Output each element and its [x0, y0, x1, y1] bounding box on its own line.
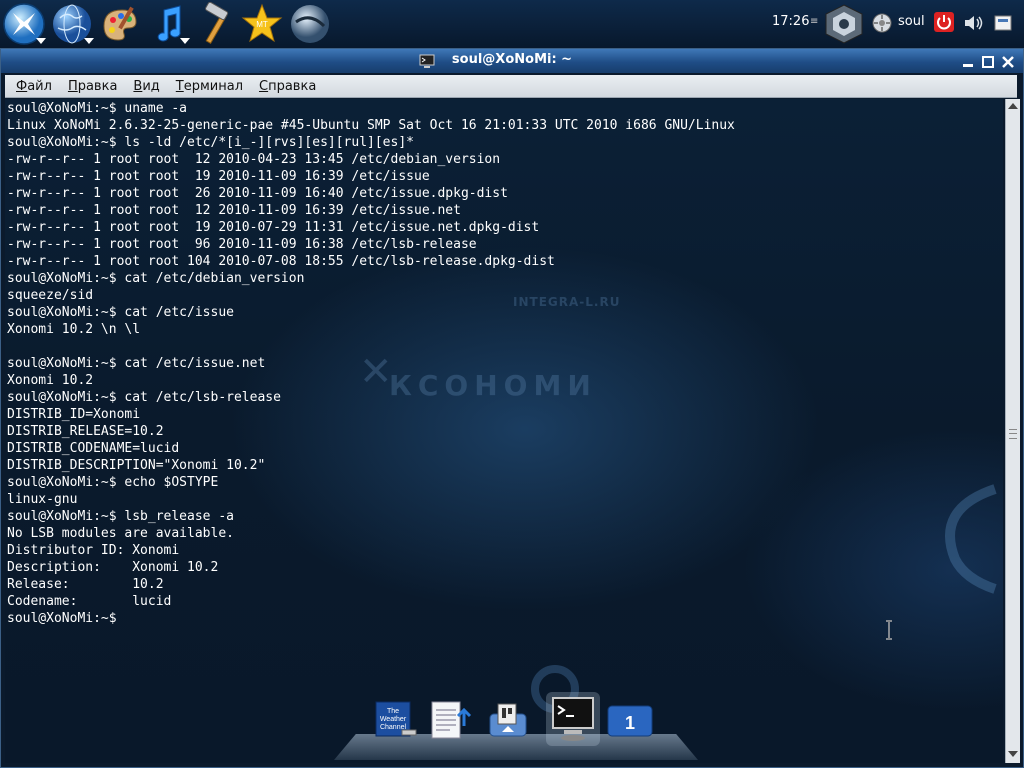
globe-icon[interactable] [50, 2, 94, 46]
volume-icon[interactable] [962, 12, 984, 34]
terminal-scrollbar[interactable] [1005, 99, 1020, 763]
svg-text:MT: MT [256, 20, 268, 29]
menu-terminal[interactable]: Терминал [171, 79, 248, 94]
cube-icon[interactable] [822, 2, 866, 46]
menu-help[interactable]: Справка [254, 79, 321, 94]
ibeam-cursor-icon [884, 620, 894, 644]
star-icon[interactable]: MT [240, 2, 284, 46]
user-label[interactable]: soul [898, 14, 925, 29]
palette-icon[interactable] [98, 2, 142, 46]
sphere-icon[interactable] [288, 2, 332, 46]
terminal-output: soul@XoNoMi:~$ uname -a Linux XoNoMi 2.6… [7, 101, 735, 626]
menu-view[interactable]: Вид [128, 79, 164, 94]
menu-edit[interactable]: Правка [63, 79, 122, 94]
power-icon[interactable] [934, 12, 954, 32]
weather-channel-icon[interactable]: The Weather Channel [372, 696, 420, 744]
weather-line2: Weather [380, 716, 407, 723]
minimize-button[interactable] [961, 54, 975, 68]
maximize-button[interactable] [981, 54, 995, 68]
virtual-desktop-pager[interactable]: 1 [606, 696, 654, 744]
kde-menu-icon[interactable] [2, 2, 46, 46]
wallpaper-swirl [945, 484, 997, 594]
window-title: soul@XoNoMi: ~ [451, 52, 573, 67]
clock-menu-icon[interactable]: ≡ [810, 16, 818, 27]
menu-file[interactable]: Файл [11, 79, 57, 94]
scroll-up-icon[interactable] [1008, 103, 1018, 109]
hammer-icon[interactable] [194, 1, 238, 46]
terminal-area[interactable]: INTEGRA-L.RU ✕ КСОНОМИ soul@XoNoMi:~$ un… [5, 99, 1003, 763]
scroll-grip-icon[interactable] [1009, 429, 1017, 439]
clock[interactable]: 17:26 [772, 14, 809, 29]
scroll-down-icon[interactable] [1008, 751, 1018, 757]
tray-app-icon[interactable] [992, 12, 1014, 34]
dock: The Weather Channel 1 [334, 688, 698, 764]
weather-line1: The [387, 708, 399, 715]
close-button[interactable] [1001, 54, 1015, 68]
window-titlebar[interactable]: soul@XoNoMi: ~ [1, 49, 1023, 73]
terminal-dock-icon[interactable] [546, 692, 600, 746]
document-upload-icon[interactable] [426, 696, 474, 744]
terminal-window: soul@XoNoMi: ~ Файл Правка Вид Терминал … [0, 48, 1024, 768]
desktop-number: 1 [625, 713, 635, 733]
top-panel: MT 17:26 ≡ soul [0, 0, 1024, 48]
user-icon[interactable] [872, 13, 892, 33]
menu-bar: Файл Правка Вид Терминал Справка [5, 75, 1017, 98]
music-note-icon[interactable] [146, 2, 190, 46]
drive-mount-icon[interactable] [484, 696, 532, 744]
